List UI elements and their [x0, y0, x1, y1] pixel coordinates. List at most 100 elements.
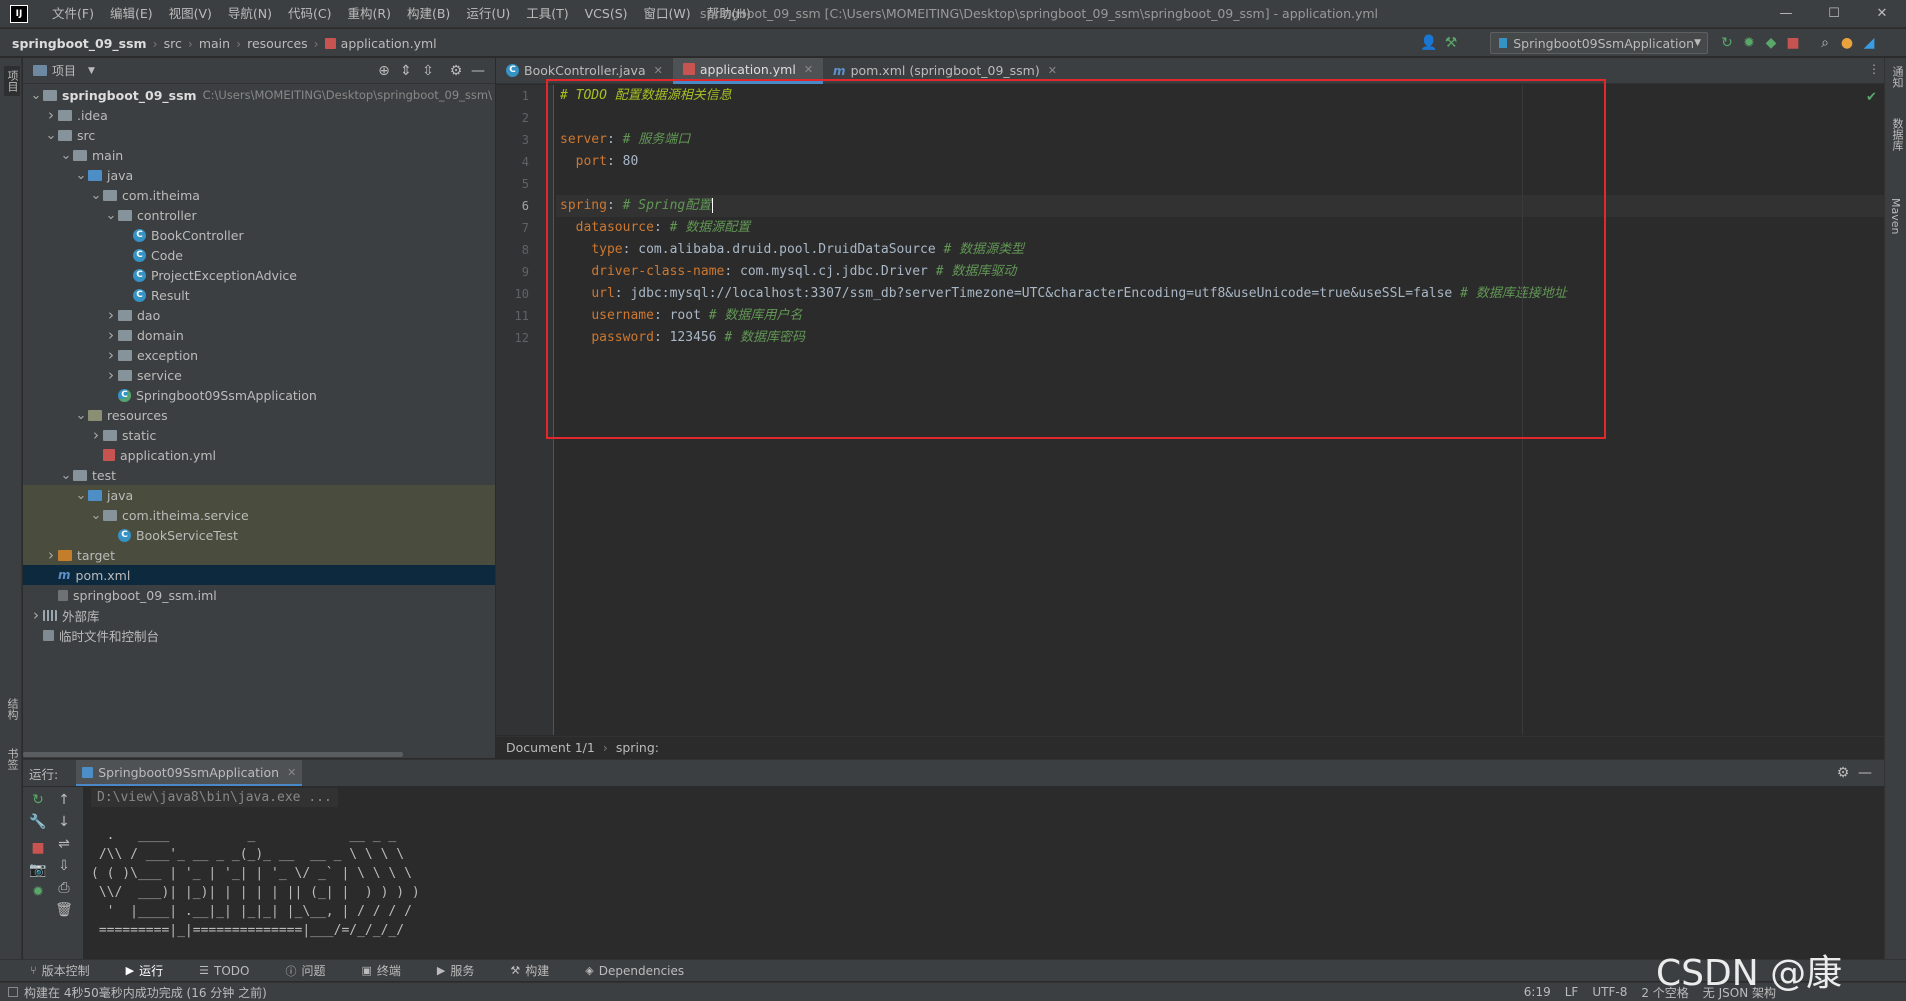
tool-window-problems[interactable]: ⓘ 问题 [285, 962, 343, 979]
tree-item[interactable]: › .idea [23, 105, 495, 125]
chevron-down-icon[interactable]: ⌄ [59, 148, 73, 163]
close-tab-icon[interactable]: ✕ [1048, 64, 1057, 77]
tree-item[interactable]: › service [23, 365, 495, 385]
stop-icon[interactable]: ■ [1782, 32, 1804, 54]
chevron-down-icon[interactable]: ⌄ [29, 88, 43, 103]
chevron-right-icon[interactable]: › [29, 606, 43, 624]
tree-item[interactable]: › target [23, 545, 495, 565]
chevron-right-icon[interactable]: › [104, 346, 118, 364]
tree-item[interactable]: ⌄ main [23, 145, 495, 165]
collapse-all-icon[interactable]: ⇳ [417, 60, 439, 82]
soft-wrap-icon[interactable]: ⇌ [53, 833, 75, 855]
console-output[interactable]: D:\view\java8\bin\java.exe ... . ____ _ … [91, 788, 1871, 940]
tree-item[interactable]: ⌄ src [23, 125, 495, 145]
run-tab[interactable]: Springboot09SsmApplication ✕ [76, 760, 303, 786]
wrench-icon[interactable]: 🔧 [27, 811, 49, 833]
tree-item[interactable]: springboot_09_ssm.iml [23, 585, 495, 605]
tree-item[interactable]: C Result [23, 285, 495, 305]
tree-item[interactable]: › static [23, 425, 495, 445]
camera-icon[interactable]: 📷 [27, 859, 49, 881]
tree-item[interactable]: ⌄ com.itheima.service [23, 505, 495, 525]
tree-item[interactable]: C Springboot09SsmApplication [23, 385, 495, 405]
stripe-bookmarks-tab[interactable]: 书签 [4, 748, 20, 770]
stripe-structure-tab[interactable]: 结构 [4, 698, 20, 720]
trash-icon[interactable]: 🗑 [53, 899, 75, 921]
close-tab-icon[interactable]: ✕ [804, 63, 813, 76]
status-toggle-icon[interactable] [8, 987, 18, 997]
caret-position[interactable]: 6:19 [1524, 985, 1551, 999]
tree-item[interactable]: C BookController [23, 225, 495, 245]
document-indicator[interactable]: Document 1/1 [506, 740, 595, 755]
tool-window-dependencies[interactable]: ◈ Dependencies [585, 964, 702, 978]
tree-item[interactable]: › exception [23, 345, 495, 365]
tree-item[interactable]: ⌄ java [23, 485, 495, 505]
tool-window-terminal[interactable]: ▣ 终端 [361, 962, 418, 979]
menu-item-10[interactable]: 窗口(W) [636, 0, 699, 28]
tree-item[interactable]: ⌄ controller [23, 205, 495, 225]
chevron-down-icon[interactable]: ⌄ [89, 508, 103, 523]
tree-item[interactable]: m pom.xml [23, 565, 495, 585]
scroll-up-icon[interactable]: ↑ [53, 789, 75, 811]
stripe-maven-tab[interactable]: Maven [1889, 198, 1902, 234]
close-button[interactable]: ✕ [1858, 0, 1906, 28]
line-separator[interactable]: LF [1565, 985, 1579, 999]
menu-item-2[interactable]: 视图(V) [161, 0, 220, 28]
tool-window-build[interactable]: ⚒ 构建 [510, 962, 567, 979]
menu-item-9[interactable]: VCS(S) [577, 0, 636, 28]
breadcrumb-item-src[interactable]: src [164, 36, 182, 51]
user-icon[interactable]: 👤 [1418, 32, 1440, 54]
update-icon[interactable]: ● [1836, 32, 1858, 54]
menu-item-4[interactable]: 代码(C) [280, 0, 339, 28]
run-configuration-select[interactable]: Springboot09SsmApplication ▼ [1490, 32, 1708, 54]
build-hammer-icon[interactable]: ⚒ [1440, 32, 1462, 54]
tree-item[interactable]: ⌄ springboot_09_ssm C:\Users\MOMEITING\Des… [23, 85, 495, 105]
tool-window-vcs[interactable]: ⑂ 版本控制 [30, 962, 108, 979]
menu-item-1[interactable]: 编辑(E) [102, 0, 161, 28]
file-encoding[interactable]: UTF-8 [1592, 985, 1627, 999]
tree-item[interactable]: ⌄ resources [23, 405, 495, 425]
chevron-down-icon[interactable]: ⌄ [44, 128, 58, 143]
chevron-down-icon[interactable]: ⌄ [74, 408, 88, 423]
close-tab-icon[interactable]: ✕ [287, 766, 296, 779]
hide-panel-icon[interactable]: — [1854, 762, 1876, 784]
tree-item[interactable]: ⌄ com.itheima [23, 185, 495, 205]
tree-item[interactable]: C ProjectExceptionAdvice [23, 265, 495, 285]
tree-item[interactable]: › 外部库 [23, 605, 495, 625]
tool-window-todo[interactable]: ☰ TODO [199, 964, 267, 978]
search-icon[interactable]: ⌕ [1814, 32, 1836, 54]
stripe-project-tab[interactable]: 项目 [4, 66, 20, 96]
debug-icon[interactable]: ✹ [1738, 32, 1760, 54]
chevron-right-icon[interactable]: › [104, 366, 118, 384]
tree-item[interactable]: › dao [23, 305, 495, 325]
inspection-ok-icon[interactable]: ✔ [1866, 90, 1877, 105]
tree-item[interactable]: C BookServiceTest [23, 525, 495, 545]
minimize-button[interactable]: — [1762, 0, 1810, 28]
plugin-icon[interactable]: ◢ [1858, 32, 1880, 54]
menu-item-3[interactable]: 导航(N) [220, 0, 280, 28]
breadcrumb-item-main[interactable]: main [199, 36, 230, 51]
menu-item-0[interactable]: 文件(F) [44, 0, 102, 28]
chevron-right-icon[interactable]: › [104, 326, 118, 344]
stripe-database-tab[interactable]: 数据库 [1889, 118, 1905, 151]
chevron-down-icon[interactable]: ⌄ [74, 488, 88, 503]
tool-window-services[interactable]: ▶ 服务 [437, 962, 492, 979]
breadcrumb-item-project[interactable]: springboot_09_ssm [12, 36, 147, 51]
rerun-icon[interactable]: ↻ [27, 789, 49, 811]
chevron-down-icon[interactable]: ▼ [88, 66, 95, 76]
expand-all-icon[interactable]: ⇕ [395, 60, 417, 82]
debug-icon[interactable]: ✹ [27, 881, 49, 903]
chevron-down-icon[interactable]: ⌄ [89, 188, 103, 203]
tool-window-run[interactable]: ▶ 运行 [126, 962, 181, 979]
project-horizontal-scrollbar[interactable] [23, 752, 403, 757]
chevron-right-icon[interactable]: › [44, 546, 58, 564]
menu-item-7[interactable]: 运行(U) [458, 0, 518, 28]
scroll-to-end-icon[interactable]: ⇩ [53, 855, 75, 877]
stripe-notifications-tab[interactable]: 通知 [1889, 66, 1905, 88]
chevron-right-icon[interactable]: › [89, 426, 103, 444]
breadcrumb-item-file[interactable]: application.yml [341, 36, 437, 51]
more-tabs-icon[interactable]: ⋮ [1868, 62, 1880, 76]
tree-item[interactable]: 临时文件和控制台 [23, 625, 495, 645]
print-icon[interactable]: ⎙ [53, 877, 75, 899]
gear-icon[interactable]: ⚙ [445, 60, 467, 82]
close-tab-icon[interactable]: ✕ [654, 64, 663, 77]
